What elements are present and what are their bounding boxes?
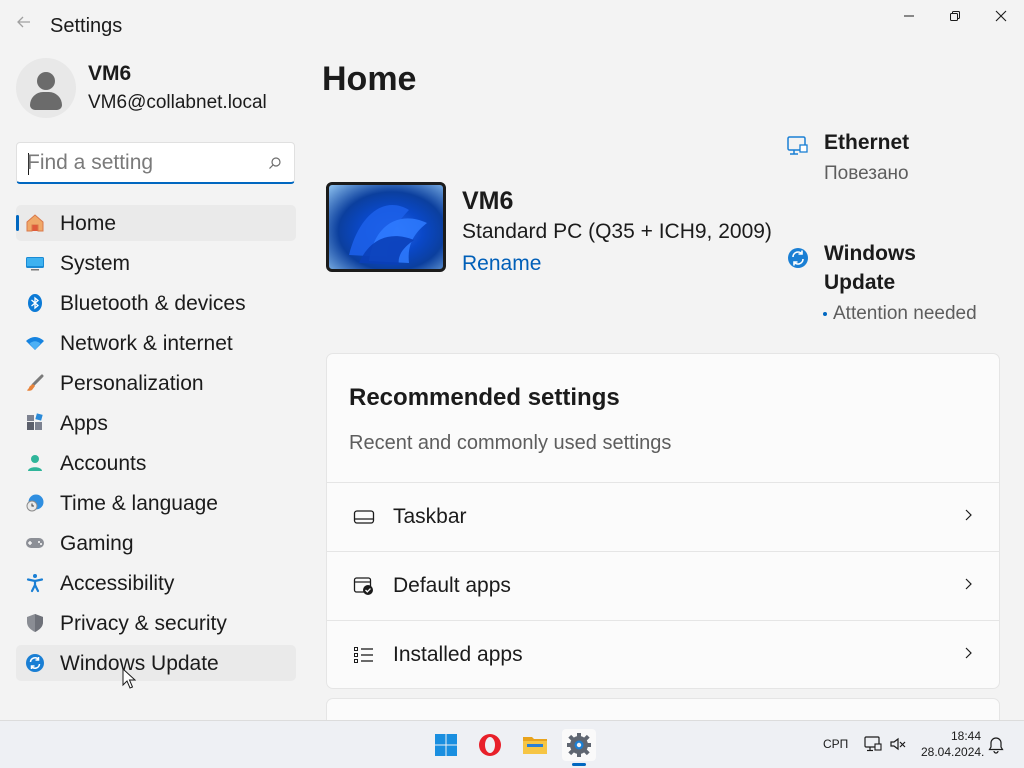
sidebar-item-label: Accounts [60,452,147,475]
ethernet-status[interactable]: Ethernet Повезано [786,130,1016,190]
apps-icon [25,413,45,433]
gamepad-icon [25,533,45,553]
search-icon[interactable] [268,156,282,170]
recommended-row-installed-apps[interactable]: Installed apps [327,620,999,688]
shield-icon [25,613,45,633]
update-icon [25,653,45,673]
taskbar-icon [353,507,375,527]
sidebar-item-label: Windows Update [60,652,219,675]
update-title-line1: Windows [824,242,916,265]
mouse-cursor-icon [122,667,137,690]
sidebar-item-apps[interactable]: Apps [16,405,296,441]
active-app-indicator [572,763,586,766]
recommended-subtitle: Recent and commonly used settings [349,432,672,454]
start-icon[interactable] [429,729,463,761]
list-icon [353,645,375,665]
clock-date[interactable]: 28.04.2024. [921,745,984,759]
taskbar: СРП 18:44 28.04.2024. [0,720,1024,768]
volume-muted-icon[interactable] [889,735,907,753]
settings-icon[interactable] [562,729,596,761]
sidebar-item-gaming[interactable]: Gaming [16,525,296,561]
chevron-right-icon [963,505,975,525]
sidebar-item-accounts[interactable]: Accounts [16,445,296,481]
sidebar-item-bluetooth[interactable]: Bluetooth & devices [16,285,296,321]
sidebar-item-label: Home [60,212,117,235]
sidebar-item-privacy-security[interactable]: Privacy & security [16,605,296,641]
avatar [16,58,76,118]
sidebar-item-time-language[interactable]: Time & language [16,485,296,521]
sidebar-item-windows-update[interactable]: Windows Update [16,645,296,681]
back-arrow-icon[interactable] [16,14,36,34]
sidebar-item-label: Network & internet [60,332,233,355]
update-attention-text: Attention needed [823,303,977,325]
sidebar-nav: Home System Bluetooth & devices Network … [16,205,296,685]
update-title-line2: Update [824,271,896,294]
row-label: Default apps [393,574,511,597]
default-apps-icon [353,576,375,596]
title-bar: Settings [0,0,1024,50]
sidebar-item-label: Gaming [60,532,134,555]
wifi-icon [25,333,45,353]
recommended-row-default-apps[interactable]: Default apps [327,551,999,619]
profile-name: VM6 [88,62,132,85]
sidebar-item-system[interactable]: System [16,245,296,281]
sidebar-item-label: Bluetooth & devices [60,292,246,315]
chevron-right-icon [963,574,975,594]
sidebar-item-label: Privacy & security [60,612,227,635]
close-icon[interactable] [978,0,1024,32]
network-tray-icon[interactable] [864,735,882,753]
notification-bell-icon[interactable] [988,736,1004,754]
system-icon [25,253,45,273]
sidebar-item-label: Apps [60,412,108,435]
update-status-icon [786,246,810,270]
clock-globe-icon [25,493,45,513]
accounts-icon [25,453,45,473]
opera-icon[interactable] [473,729,507,761]
sidebar-item-personalization[interactable]: Personalization [16,365,296,401]
recommended-title: Recommended settings [349,384,620,411]
row-label: Installed apps [393,643,523,666]
ethernet-title: Ethernet [824,131,910,154]
ethernet-status-text: Повезано [824,163,909,184]
clock-time[interactable]: 18:44 [951,729,981,743]
device-model: Standard PC (Q35 + ICH9, 2009) [462,220,772,243]
row-label: Taskbar [393,505,467,528]
accessibility-icon [25,573,45,593]
sidebar-item-home[interactable]: Home [16,205,296,241]
sidebar-item-network[interactable]: Network & internet [16,325,296,361]
user-profile[interactable]: VM6 VM6@collabnet.local [16,56,306,120]
search-box[interactable] [16,142,295,184]
sidebar-item-label: Personalization [60,372,204,395]
app-title: Settings [50,15,123,37]
minimize-icon[interactable] [886,0,932,32]
ethernet-icon [786,134,810,158]
active-indicator [16,215,19,231]
restore-icon[interactable] [932,0,978,32]
windows-update-status[interactable]: Windows Update Attention needed [786,240,1016,330]
page-title: Home [322,60,417,98]
file-explorer-icon[interactable] [518,729,552,761]
bluetooth-icon [25,293,45,313]
sidebar-item-accessibility[interactable]: Accessibility [16,565,296,601]
recommended-settings-card: Recommended settings Recent and commonly… [326,353,1000,689]
sidebar-item-label: Time & language [60,492,218,515]
device-name: VM6 [462,187,514,215]
sidebar-item-label: System [60,252,131,275]
attention-dot [823,311,827,316]
profile-email: VM6@collabnet.local [88,92,267,113]
brush-icon [25,373,45,393]
recommended-row-taskbar[interactable]: Taskbar [327,482,999,550]
search-input[interactable] [27,149,257,177]
sidebar-item-label: Accessibility [60,572,175,595]
desktop-wallpaper-thumbnail [326,182,446,272]
chevron-right-icon [963,643,975,663]
language-indicator[interactable]: СРП [823,737,848,751]
rename-link[interactable]: Rename [462,252,541,276]
home-icon [25,213,45,233]
update-sub: Attention needed [833,303,977,324]
